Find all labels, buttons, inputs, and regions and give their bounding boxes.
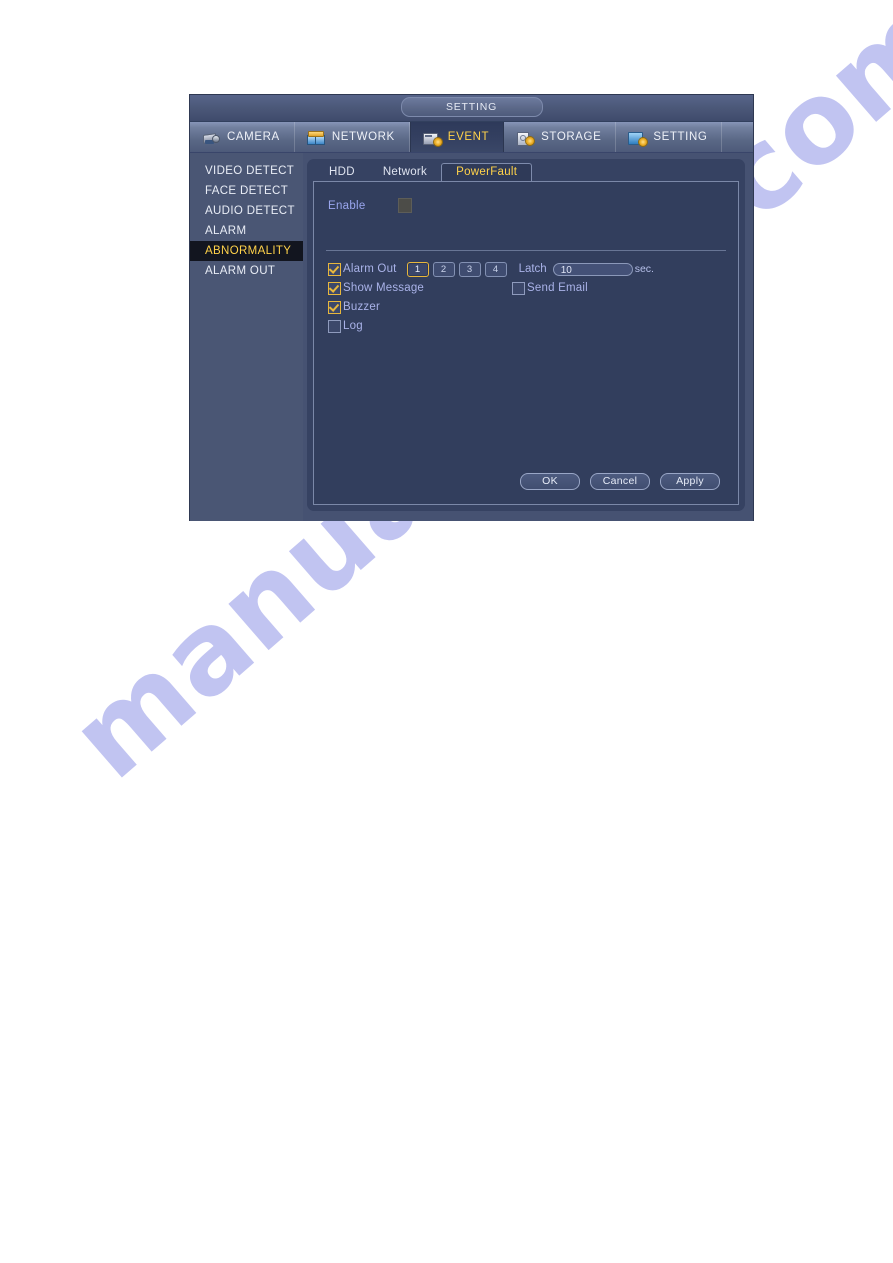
tab-storage[interactable]: STORAGE [504,122,617,152]
log-checkbox[interactable] [328,319,341,333]
buzzer-label: Buzzer [343,301,380,313]
log-label: Log [343,320,363,332]
sidebar: VIDEO DETECT FACE DETECT AUDIO DETECT AL… [190,153,303,521]
network-icon [306,130,325,145]
alarm-out-checkbox[interactable] [328,262,341,276]
buzzer-row: Buzzer [328,298,726,316]
sidebar-item-alarm-out[interactable]: ALARM OUT [190,261,303,281]
cancel-button[interactable]: Cancel [590,473,650,490]
tab-network[interactable]: NETWORK [295,122,410,152]
window-titlebar: SETTING [190,95,753,122]
sidebar-item-audio-detect[interactable]: AUDIO DETECT [190,201,303,221]
sub-tabbar: HDD Network PowerFault [307,159,745,181]
window-body: VIDEO DETECT FACE DETECT AUDIO DETECT AL… [190,153,753,521]
alarm-channel-4[interactable]: 4 [484,261,507,277]
subtab-powerfault[interactable]: PowerFault [441,163,533,181]
storage-icon [516,130,535,146]
alarm-out-label: Alarm Out [343,263,397,275]
camera-icon [202,130,220,145]
main-tabbar: CAMERA NETWORK EVENT STORAGE SETTING [190,122,753,153]
sidebar-item-alarm[interactable]: ALARM [190,221,303,241]
tab-setting-label: SETTING [653,131,708,143]
alarm-channel-3[interactable]: 3 [458,261,481,277]
show-message-label: Show Message [343,282,425,294]
alarm-channel-1[interactable]: 1 [406,261,429,277]
latch-unit-label: sec. [634,263,654,275]
options-area: Alarm Out 1 2 3 4 Latch 10 sec. Show Mes… [328,260,726,336]
dialog-buttons: OK Cancel Apply [520,473,720,490]
alarm-channel-2[interactable]: 2 [432,261,455,277]
powerfault-panel: Enable Alarm Out 1 2 3 4 Latch 10 sec. S… [313,181,739,505]
tab-event-label: EVENT [447,131,490,143]
sidebar-item-face-detect[interactable]: FACE DETECT [190,181,303,201]
tab-network-label: NETWORK [331,131,395,143]
content-wrapper: HDD Network PowerFault Enable Alarm Out … [303,153,753,521]
show-message-checkbox[interactable] [328,281,341,295]
event-icon [422,130,442,146]
enable-label: Enable [328,199,366,212]
enable-row: Enable [328,198,412,213]
tab-setting[interactable]: SETTING [616,122,723,152]
send-email-label: Send Email [527,282,588,294]
tab-camera[interactable]: CAMERA [190,122,295,152]
enable-checkbox[interactable] [398,198,412,213]
ok-button[interactable]: OK [520,473,580,490]
send-email-checkbox[interactable] [512,281,526,295]
tab-event[interactable]: EVENT [409,122,505,152]
show-message-row: Show Message Send Email [328,279,726,297]
latch-input[interactable]: 10 [552,262,633,276]
sidebar-item-video-detect[interactable]: VIDEO DETECT [190,161,303,181]
alarm-out-channels: 1 2 3 4 [406,261,507,277]
subtab-hdd[interactable]: HDD [315,163,369,181]
latch-label: Latch [518,263,547,275]
content-pane: HDD Network PowerFault Enable Alarm Out … [307,159,745,511]
setting-window: SETTING CAMERA NETWORK EVENT STORAGE SET… [190,95,753,521]
window-title: SETTING [400,97,543,117]
apply-button[interactable]: Apply [660,473,720,490]
tab-camera-label: CAMERA [227,131,280,143]
section-divider [326,250,726,251]
log-row: Log [328,317,726,335]
buzzer-checkbox[interactable] [328,300,341,314]
setting-icon [628,130,648,146]
tab-storage-label: STORAGE [541,131,602,143]
alarm-out-row: Alarm Out 1 2 3 4 Latch 10 sec. [328,260,726,278]
send-email-group: Send Email [512,281,588,295]
subtab-network[interactable]: Network [369,163,441,181]
sidebar-item-abnormality[interactable]: ABNORMALITY [190,241,303,261]
